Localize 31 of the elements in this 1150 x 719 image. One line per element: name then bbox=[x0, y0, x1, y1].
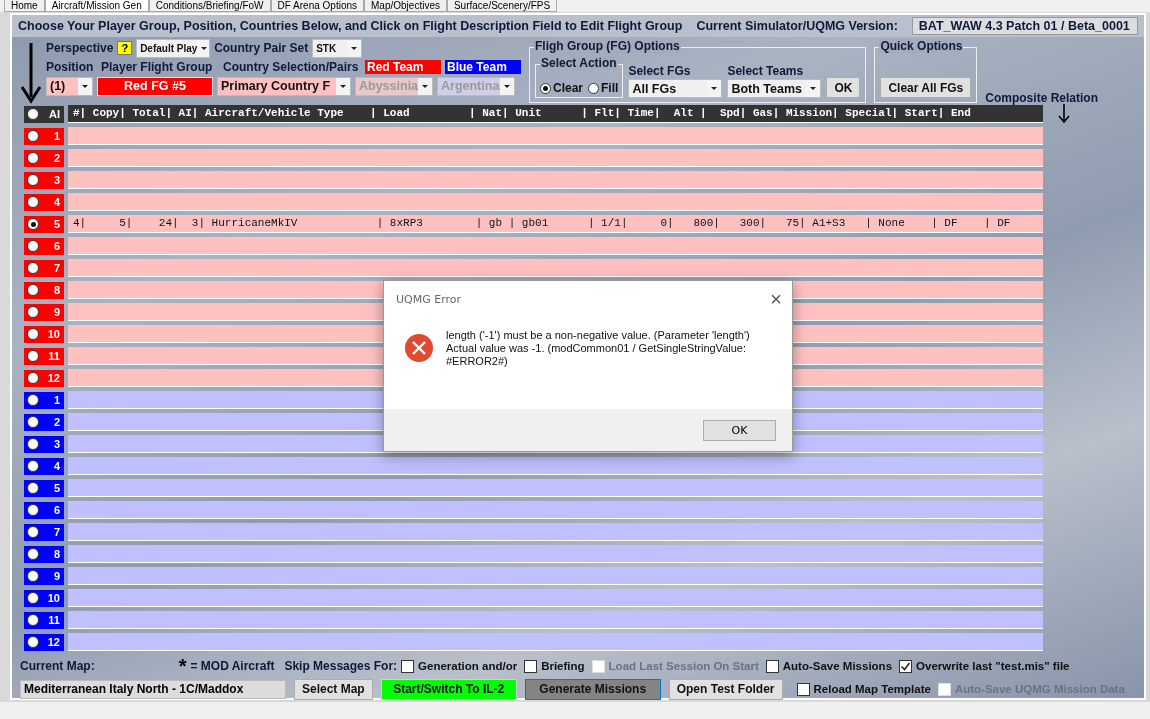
fg-options-title: Fligh Group (FG) Options bbox=[534, 39, 681, 53]
select-fgs-label: Select FGs bbox=[628, 64, 692, 78]
current-map-field: Mediterranean Italy North - 1C/Maddox bbox=[20, 679, 286, 699]
team-label: Blue Team bbox=[445, 60, 521, 74]
select-action-title: Select Action bbox=[540, 56, 618, 70]
instruction-text: Choose Your Player Group, Position, Countries Below, and Click on Flight Description Field to Edit Flight Group bbox=[18, 19, 683, 33]
checkbox-label: Overwrite last "test.mis" file bbox=[916, 660, 1070, 672]
skip-messages-label: Skip Messages For: bbox=[284, 659, 398, 673]
dialog-title: UQMG Error bbox=[396, 292, 462, 306]
checkbox-label: Auto-Save Missions bbox=[782, 660, 893, 672]
country-selection-label: Country Selection/Pairs bbox=[223, 60, 360, 74]
composite-relation-label: Composite Relation bbox=[985, 91, 1098, 105]
error-message: Actual value was -1. (modCommon01 / GetSingleStringValue: #ERROR2#) bbox=[446, 342, 747, 368]
error-message: length ('-1') must be a non-negative value. (Parameter 'length') bbox=[446, 329, 751, 342]
select-teams-label: Select Teams bbox=[727, 64, 805, 78]
perspective-label: Perspective bbox=[46, 41, 114, 55]
mod-aircraft-note: = MOD Aircraft bbox=[190, 659, 275, 673]
checkbox-label: Load Last Session On Start bbox=[608, 660, 759, 672]
checkbox-label: Generation and/or bbox=[418, 660, 518, 672]
checkbox-label: Briefing bbox=[541, 660, 585, 672]
checkbox-label: Reload Map Template bbox=[813, 683, 931, 695]
mod-star-mark: * bbox=[178, 659, 187, 673]
quick-options-title: Quick Options bbox=[879, 39, 964, 53]
table-header: #| Copy| Total| AI| Aircraft/Vehicle Type | Load | Nat| Unit | Flt| Time| Alt | Spd| Gas| Mission| Special| Start| End bbox=[68, 105, 1043, 123]
current-map-label: Current Map: bbox=[20, 659, 95, 673]
version-label: Current Simulator/UQMG Version: bbox=[696, 19, 898, 33]
country-pair-set-label: Country Pair Set bbox=[214, 41, 309, 55]
version-field: BAT_WAW 4.3 Patch 01 / Beta_0001 bbox=[911, 17, 1138, 35]
position-label: Position bbox=[46, 60, 95, 74]
player-flight-group-label: Player Flight Group bbox=[101, 60, 214, 74]
team-label: Red Team bbox=[365, 60, 441, 74]
